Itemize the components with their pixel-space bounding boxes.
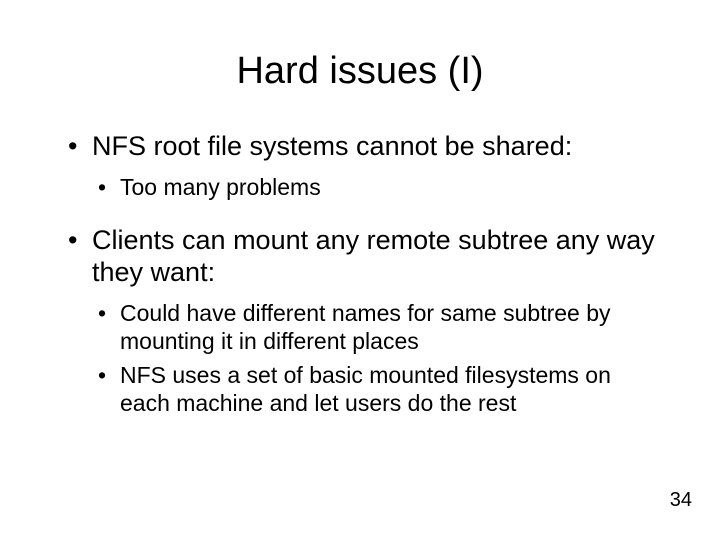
list-item: Could have different names for same subt…: [92, 299, 660, 355]
bullet-list: Clients can mount any remote subtree any…: [60, 225, 660, 417]
list-item-text: Clients can mount any remote subtree any…: [92, 225, 655, 287]
list-item: Too many problems: [92, 173, 660, 201]
slide-title: Hard issues (I): [60, 50, 660, 93]
list-item: Clients can mount any remote subtree any…: [60, 225, 660, 417]
list-item-text: Too many problems: [120, 174, 321, 200]
list-item: NFS uses a set of basic mounted filesyst…: [92, 361, 660, 417]
list-item-text: NFS uses a set of basic mounted filesyst…: [120, 362, 611, 416]
page-number: 34: [670, 489, 692, 512]
list-item-text: NFS root file systems cannot be shared:: [92, 131, 572, 161]
list-item-text: Could have different names for same subt…: [120, 300, 611, 354]
sublist: Too many problems: [92, 173, 660, 201]
list-item: NFS root file systems cannot be shared: …: [60, 131, 660, 201]
sublist: Could have different names for same subt…: [92, 299, 660, 417]
bullet-list: NFS root file systems cannot be shared: …: [60, 131, 660, 201]
